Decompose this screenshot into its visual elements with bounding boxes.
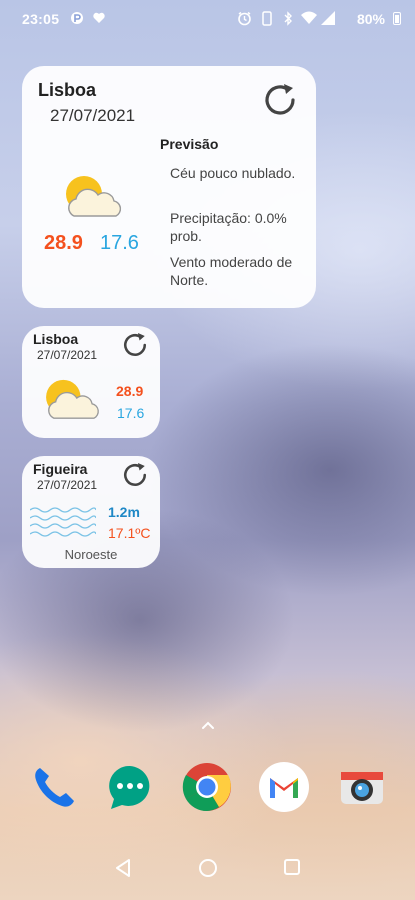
refresh-icon[interactable]: [260, 80, 300, 120]
forecast-date: 27/07/2021: [50, 106, 136, 125]
forecast-sky: Céu pouco nublado.: [170, 165, 296, 181]
messages-icon[interactable]: [105, 762, 155, 812]
water-temperature: 17.1ºC: [108, 525, 151, 541]
bluetooth-icon: [283, 11, 293, 29]
temperature-min: 17.6: [117, 405, 145, 421]
partly-cloudy-icon: [40, 376, 102, 427]
wifi-icon: [301, 11, 317, 28]
wave-height: 1.2m: [108, 504, 140, 520]
refresh-icon[interactable]: [120, 330, 150, 360]
phone-icon[interactable]: [28, 762, 78, 812]
clock: 23:05: [22, 11, 60, 27]
temperature-max: 28.9: [44, 232, 83, 254]
alarm-icon: [237, 11, 252, 29]
weather-widget-large[interactable]: Lisboa 27/07/2021 Previsão Céu pouco nub…: [22, 66, 316, 308]
status-bar: 23:05 80%: [0, 0, 415, 38]
forecast-wind: Vento moderado de Norte.: [170, 254, 293, 288]
forecast-date: 27/07/2021: [37, 478, 98, 492]
forecast-title: Previsão: [160, 136, 219, 152]
battery-percent: 80%: [356, 11, 385, 27]
back-icon[interactable]: [114, 858, 132, 883]
gmail-icon[interactable]: [259, 762, 309, 812]
sea-widget[interactable]: Figueira 27/07/2021 1.2m 17.1ºC Noroeste: [22, 456, 160, 568]
partly-cloudy-icon: [60, 172, 124, 225]
app-notification-icon: [70, 11, 84, 28]
recents-icon[interactable]: [283, 858, 301, 881]
signal-icon: [321, 11, 335, 28]
refresh-icon[interactable]: [120, 460, 150, 490]
temperature-max: 28.9: [116, 383, 144, 399]
forecast-precipitation: Precipitação: 0.0% prob.: [170, 210, 287, 244]
chrome-icon[interactable]: [182, 762, 232, 812]
home-icon[interactable]: [198, 858, 218, 883]
heart-notification-icon: [92, 11, 106, 28]
city-name: Lisboa: [33, 331, 79, 347]
camera-icon[interactable]: [337, 762, 387, 812]
waves-icon: [29, 506, 97, 547]
city-name: Lisboa: [38, 80, 97, 100]
weather-widget-small[interactable]: Lisboa 27/07/2021 28.9 17.6: [22, 326, 160, 438]
temperature-min: 17.6: [100, 232, 139, 254]
app-drawer-chevron-up-icon[interactable]: [200, 718, 216, 732]
location-name: Figueira: [33, 461, 88, 477]
forecast-date: 27/07/2021: [37, 348, 98, 362]
wind-direction: Noroeste: [64, 547, 118, 562]
phone-vibrate-icon: [262, 11, 272, 29]
battery-icon: [393, 12, 401, 25]
